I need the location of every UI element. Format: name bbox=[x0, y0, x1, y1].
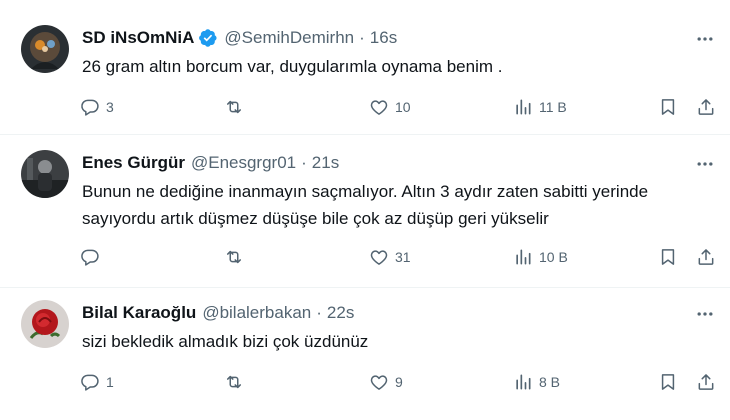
views-count: 11 B bbox=[539, 99, 567, 115]
user-handle[interactable]: @bilalerbakan bbox=[202, 302, 311, 324]
more-icon[interactable] bbox=[694, 28, 716, 50]
user-handle[interactable]: @SemihDemirhn bbox=[224, 27, 354, 49]
retweet-button[interactable] bbox=[224, 95, 250, 119]
retweet-button[interactable] bbox=[224, 370, 250, 394]
share-icon bbox=[696, 247, 716, 267]
tweet[interactable]: SD iNsOmNiA @SemihDemirhn · 16s 26 gram … bbox=[0, 0, 730, 134]
like-icon bbox=[369, 372, 389, 392]
more-icon[interactable] bbox=[694, 153, 716, 175]
action-bar: 3 10 11 B bbox=[76, 95, 721, 119]
display-name[interactable]: Bilal Karaoğlu bbox=[82, 302, 196, 324]
timestamp[interactable]: 21s bbox=[312, 152, 339, 174]
share-icon bbox=[696, 372, 716, 392]
reply-count: 1 bbox=[106, 374, 114, 390]
timestamp[interactable]: 16s bbox=[370, 27, 397, 49]
like-button[interactable]: 31 bbox=[369, 245, 411, 269]
share-button[interactable] bbox=[696, 370, 716, 394]
tweet[interactable]: Enes Gürgür @Enesgrgr01 · 21s Bunun ne d… bbox=[0, 135, 730, 287]
bookmark-button[interactable] bbox=[658, 370, 678, 394]
action-bar: 31 10 B bbox=[76, 245, 721, 269]
display-name[interactable]: Enes Gürgür bbox=[82, 152, 185, 174]
bookmark-icon bbox=[658, 247, 678, 267]
views-button[interactable]: 8 B bbox=[513, 370, 560, 394]
views-count: 10 B bbox=[539, 249, 568, 265]
user-handle[interactable]: @Enesgrgr01 bbox=[191, 152, 296, 174]
reply-feed: SD iNsOmNiA @SemihDemirhn · 16s 26 gram … bbox=[0, 0, 730, 420]
bookmark-button[interactable] bbox=[658, 245, 678, 269]
verified-badge-icon bbox=[198, 28, 218, 48]
share-button[interactable] bbox=[696, 95, 716, 119]
separator-dot: · bbox=[301, 153, 307, 172]
retweet-icon bbox=[224, 97, 244, 117]
tweet-text: sizi bekledik almadık bizi çok üzdünüz bbox=[82, 332, 369, 351]
reply-button[interactable] bbox=[80, 245, 106, 269]
action-bar: 1 9 8 B bbox=[76, 370, 721, 394]
like-count: 31 bbox=[395, 249, 411, 265]
reply-count: 3 bbox=[106, 99, 114, 115]
views-button[interactable]: 10 B bbox=[513, 245, 568, 269]
separator-dot: · bbox=[359, 28, 365, 47]
bookmark-icon bbox=[658, 372, 678, 392]
separator-dot: · bbox=[316, 303, 322, 322]
reply-icon bbox=[80, 372, 100, 392]
tweet-header: Enes Gürgür @Enesgrgr01 · 21s bbox=[82, 152, 339, 174]
share-button[interactable] bbox=[696, 245, 716, 269]
tweet-text: 26 gram altın borcum var, duygularımla o… bbox=[82, 57, 503, 76]
like-count: 9 bbox=[395, 374, 403, 390]
like-icon bbox=[369, 97, 389, 117]
avatar[interactable] bbox=[21, 300, 69, 348]
tweet-header: SD iNsOmNiA @SemihDemirhn · 16s bbox=[82, 27, 397, 49]
display-name[interactable]: SD iNsOmNiA bbox=[82, 27, 194, 49]
more-icon[interactable] bbox=[694, 303, 716, 325]
reply-button[interactable]: 3 bbox=[80, 95, 114, 119]
like-button[interactable]: 10 bbox=[369, 95, 411, 119]
retweet-button[interactable] bbox=[224, 245, 250, 269]
reply-icon bbox=[80, 97, 100, 117]
like-button[interactable]: 9 bbox=[369, 370, 403, 394]
bookmark-icon bbox=[658, 97, 678, 117]
tweet[interactable]: Bilal Karaoğlu @bilalerbakan · 22s sizi … bbox=[0, 288, 730, 420]
avatar[interactable] bbox=[21, 25, 69, 73]
views-count: 8 B bbox=[539, 374, 561, 390]
like-count: 10 bbox=[395, 99, 411, 115]
retweet-icon bbox=[224, 247, 244, 267]
tweet-header: Bilal Karaoğlu @bilalerbakan · 22s bbox=[82, 302, 354, 324]
views-button[interactable]: 11 B bbox=[513, 95, 567, 119]
views-icon bbox=[513, 372, 533, 392]
views-icon bbox=[513, 97, 533, 117]
timestamp[interactable]: 22s bbox=[327, 302, 354, 324]
like-icon bbox=[369, 247, 389, 267]
reply-button[interactable]: 1 bbox=[80, 370, 114, 394]
retweet-icon bbox=[224, 372, 244, 392]
tweet-text: Bunun ne dediğine inanmayın saçmalıyor. … bbox=[82, 182, 649, 228]
views-icon bbox=[513, 247, 533, 267]
share-icon bbox=[696, 97, 716, 117]
reply-icon bbox=[80, 247, 100, 267]
bookmark-button[interactable] bbox=[658, 95, 678, 119]
avatar[interactable] bbox=[21, 150, 69, 198]
